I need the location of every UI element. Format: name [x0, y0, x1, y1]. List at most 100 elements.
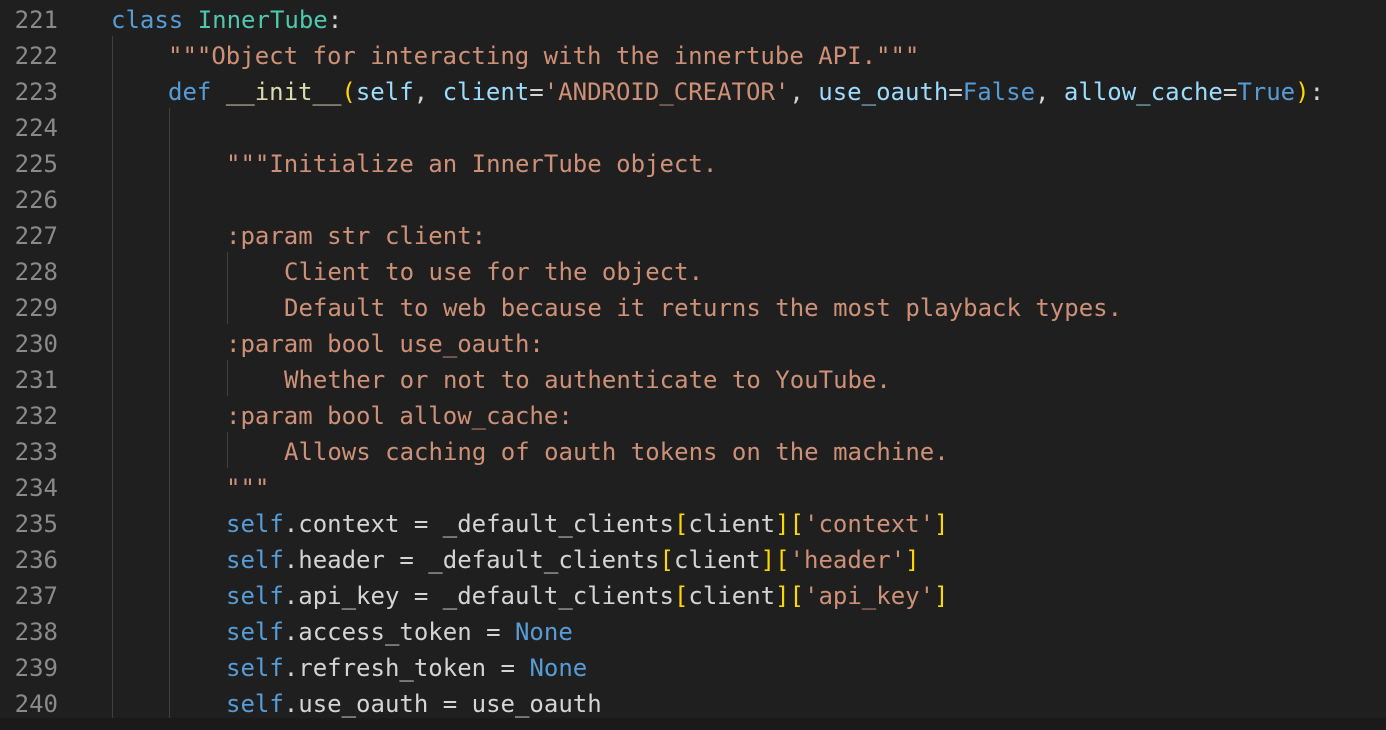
code-line[interactable]: 221 class InnerTube: [0, 2, 1386, 38]
code-text: self.api_key = _default_clients[client][… [226, 578, 949, 614]
bracket: [ [659, 546, 674, 574]
expression: .api_key = _default_clients [283, 582, 674, 610]
code-line[interactable]: 231 Whether or not to authenticate to Yo… [0, 362, 1386, 398]
docstring: """Object for interacting with the inner… [168, 42, 920, 70]
self-keyword: self [226, 546, 284, 574]
bracket: ] [934, 582, 949, 610]
code-line[interactable]: 237 self.api_key = _default_clients[clie… [0, 578, 1386, 614]
expression: .header = _default_clients [283, 546, 660, 574]
line-number: 235 [14, 510, 58, 538]
constant: True [1237, 78, 1296, 106]
keyword: class [111, 6, 184, 34]
docstring: """Initialize an InnerTube object. [226, 150, 718, 178]
bracket: ] [775, 582, 790, 610]
code-line[interactable]: 226 [0, 182, 1386, 218]
line-number: 234 [14, 474, 58, 502]
code-text: self.header = _default_clients[client]['… [226, 542, 920, 578]
code-line[interactable]: 240 self.use_oauth = use_oauth [0, 686, 1386, 722]
expression: .access_token = [283, 618, 515, 646]
bracket: [ [673, 510, 689, 538]
class-name: InnerTube [197, 6, 328, 34]
line-number: 228 [14, 258, 58, 286]
self-keyword: self [226, 690, 284, 718]
line-number: 230 [14, 330, 58, 358]
expression: .use_oauth = use_oauth [283, 690, 602, 718]
self-keyword: self [226, 510, 284, 538]
string-literal: 'api_key' [804, 582, 935, 610]
punctuation: , [1035, 78, 1064, 106]
function-name: __init__ [225, 78, 342, 106]
line-number: 237 [14, 582, 58, 610]
constant: None [529, 654, 588, 682]
bracket: ] [775, 510, 790, 538]
code-line[interactable]: 233 Allows caching of oauth tokens on th… [0, 434, 1386, 470]
line-number: 229 [14, 294, 58, 322]
code-line[interactable]: 232 :param bool allow_cache: [0, 398, 1386, 434]
self-keyword: self [226, 618, 284, 646]
self-keyword: self [226, 654, 284, 682]
code-line[interactable]: 235 self.context = _default_clients[clie… [0, 506, 1386, 542]
keyword: def [168, 78, 212, 106]
line-number: 239 [14, 654, 58, 682]
punctuation: : [1309, 78, 1325, 106]
line-number: 233 [14, 438, 58, 466]
bracket: [ [789, 582, 804, 610]
constant: None [514, 618, 573, 646]
code-line[interactable]: 225 """Initialize an InnerTube object. [0, 146, 1386, 182]
code-line[interactable]: 223 def __init__(self, client = 'ANDROID_C… [0, 74, 1386, 110]
identifier: client [688, 510, 776, 538]
expression: .context = _default_clients [283, 510, 674, 538]
string-literal: 'ANDROID_CREATOR' [543, 78, 790, 106]
docstring: Client to use for the object. [284, 258, 704, 286]
docstring: :param str client: [226, 222, 487, 250]
code-line[interactable]: 234 """ [0, 470, 1386, 506]
line-number: 227 [14, 222, 58, 250]
punctuation: : [327, 6, 343, 34]
line-number: 232 [14, 402, 58, 430]
line-number: 225 [14, 150, 58, 178]
code-line[interactable]: 222 """Object for interacting with the i… [0, 38, 1386, 74]
operator: = [1222, 78, 1238, 106]
code-line[interactable]: 229 Default to web because it returns th… [0, 290, 1386, 326]
bracket: ) [1295, 78, 1310, 106]
line-number: 223 [14, 78, 58, 106]
code-line[interactable]: 230 :param bool use_oauth: [0, 326, 1386, 362]
code-text: self.refresh_token = None [226, 650, 587, 686]
operator: = [948, 78, 963, 106]
code-text: self.context = _default_clients[client][… [226, 506, 949, 542]
code-line[interactable]: 238 self.access_token = None [0, 614, 1386, 650]
bracket: ] [760, 546, 776, 574]
code-text: self.access_token = None [226, 614, 573, 650]
docstring: Whether or not to authenticate to YouTub… [284, 366, 891, 394]
punctuation: , [789, 78, 819, 106]
line-number: 236 [14, 546, 58, 574]
code-line[interactable]: 227 :param str client: [0, 218, 1386, 254]
string-literal: 'header' [789, 546, 906, 574]
line-number: 221 [14, 6, 58, 34]
line-number: 226 [14, 186, 58, 214]
parameter: client [442, 78, 530, 106]
parameter: use_oauth [818, 78, 949, 106]
bracket: [ [673, 582, 689, 610]
line-number: 238 [14, 618, 58, 646]
line-number: 240 [14, 690, 58, 718]
code-line[interactable]: 239 self.refresh_token = None [0, 650, 1386, 686]
code-line[interactable]: 224 [0, 110, 1386, 146]
code-line[interactable]: 228 Client to use for the object. [0, 254, 1386, 290]
code-line[interactable]: 236 self.header = _default_clients[clien… [0, 542, 1386, 578]
horizontal-scrollbar[interactable] [0, 718, 1386, 730]
docstring: """ [226, 474, 270, 502]
bracket: ( [341, 78, 356, 106]
line-number: 224 [14, 114, 58, 142]
constant: False [962, 78, 1036, 106]
string-literal: 'context' [804, 510, 935, 538]
code-editor[interactable]: 221 class InnerTube: 222 """Object for i… [0, 0, 1386, 730]
docstring: Allows caching of oauth tokens on the ma… [284, 438, 949, 466]
docstring: :param bool use_oauth: [226, 330, 544, 358]
code-text: def __init__(self, client = 'ANDROID_CREAT… [168, 74, 1324, 110]
bracket: [ [789, 510, 804, 538]
parameter: self [355, 78, 414, 106]
docstring: Default to web because it returns the mo… [284, 294, 1123, 322]
identifier: client [688, 582, 776, 610]
self-keyword: self [226, 582, 284, 610]
